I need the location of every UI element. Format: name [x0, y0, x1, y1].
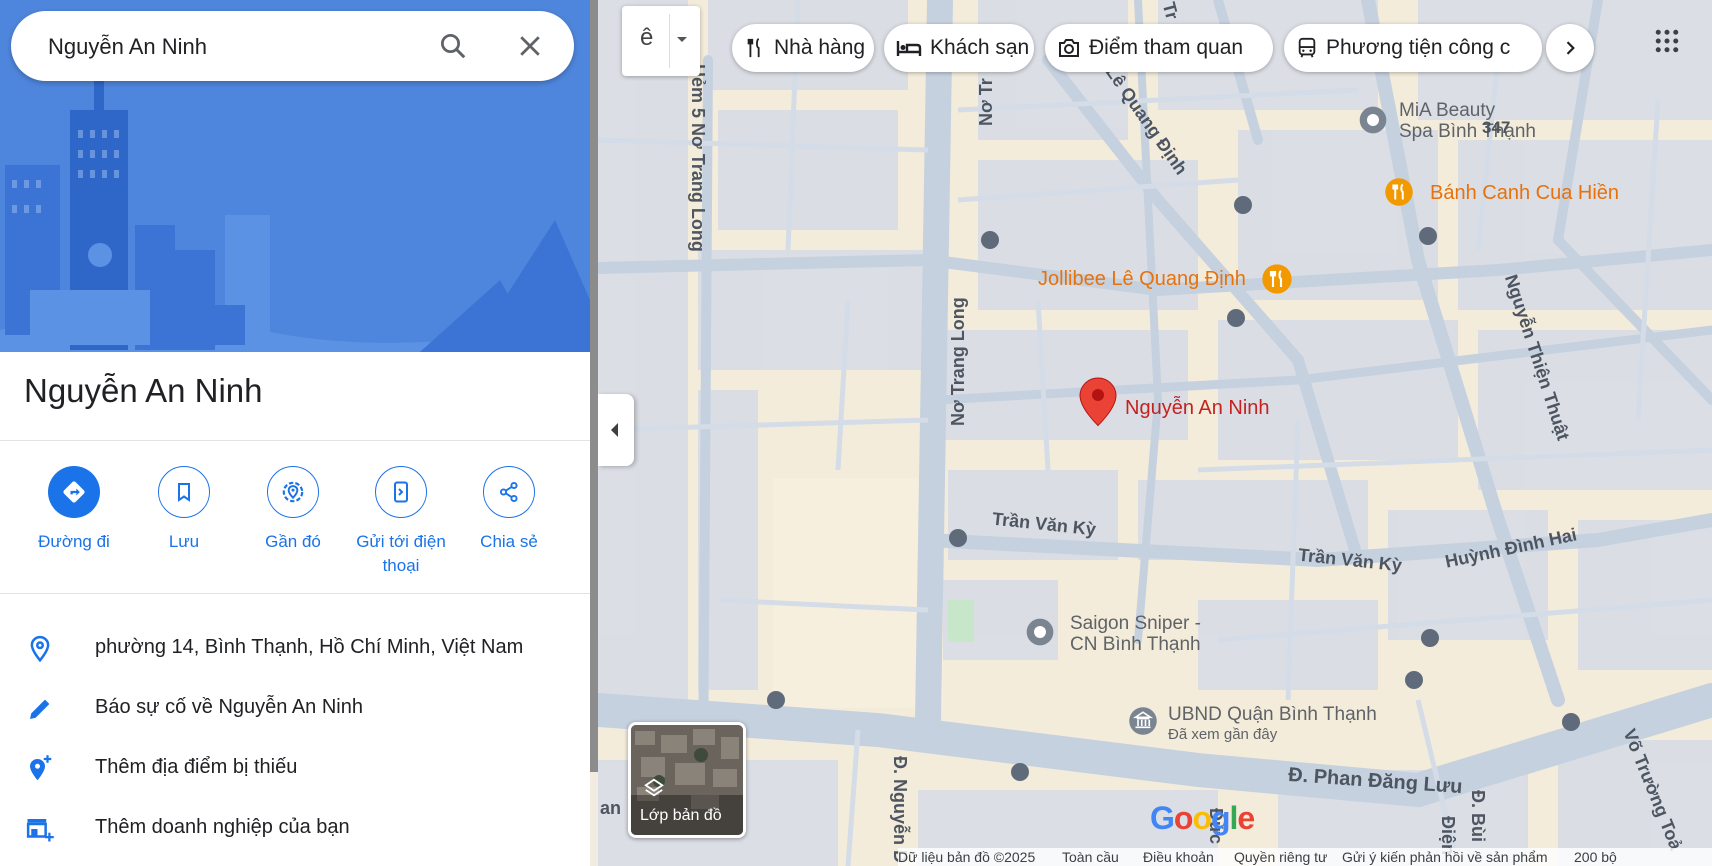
poi-saigon-sniper[interactable]: Saigon Sniper - CN Bình Thạnh [1070, 613, 1201, 655]
privacy-link[interactable]: Quyền riêng tư [1234, 849, 1327, 865]
chip-attractions[interactable]: Điểm tham quan [1045, 24, 1273, 72]
google-logo: Google [1150, 800, 1255, 836]
chip-transit[interactable]: Phương tiện công c [1284, 24, 1542, 72]
place-title: Nguyễn An Ninh [24, 372, 263, 409]
input-language-button[interactable]: ê [622, 6, 700, 76]
scale-label[interactable]: 200 bộ [1574, 849, 1617, 865]
hotel-icon [896, 41, 922, 56]
nearby-label: Gần đó [265, 532, 321, 551]
add-place-icon [30, 755, 52, 781]
poi-jollibee[interactable]: Jollibee Lê Quang Định [1038, 268, 1246, 291]
restaurant-poi-icon[interactable] [1261, 263, 1293, 295]
chip-label: Phương tiện công c [1326, 36, 1511, 59]
report-issue-text: Báo sự cố về Nguyễn An Ninh [95, 696, 363, 718]
camera-icon [1059, 39, 1079, 57]
feedback-link[interactable]: Gửi ý kiến phản hồi về sản phẩm [1342, 849, 1548, 865]
road-label: Nơ Trang Long [948, 297, 968, 426]
bookmark-icon [178, 483, 190, 502]
chips-scroll-right-button[interactable] [1546, 24, 1594, 72]
map-footer: Dữ liệu bản đồ ©2025 Toàn cầu Điều khoản… [898, 848, 1712, 866]
road-label: Đ. Nguyễn D [890, 756, 910, 864]
add-business-text: Thêm doanh nghiệp của bạn [95, 816, 350, 838]
address-text: phường 14, Bình Thạnh, Hồ Chí Minh, Việt… [95, 636, 524, 658]
chip-label: Điểm tham quan [1089, 36, 1244, 59]
map-layers-button[interactable]: Lớp bản đồ [628, 722, 746, 838]
address-row[interactable]: phường 14, Bình Thạnh, Hồ Chí Minh, Việt… [0, 622, 590, 672]
share-icon [499, 481, 518, 503]
nearby-icon [282, 481, 304, 503]
save-label: Lưu [168, 532, 200, 551]
layers-icon [644, 778, 664, 797]
add-business-icon [26, 819, 54, 842]
shop-poi-icon[interactable] [1024, 616, 1056, 648]
search-box [11, 11, 574, 81]
chip-hotels[interactable]: Khách sạn [884, 24, 1034, 72]
map-data-copyright: Dữ liệu bản đồ ©2025 [898, 849, 1036, 865]
pencil-icon [30, 699, 50, 719]
apps-grid-icon[interactable] [1652, 26, 1682, 56]
send-to-phone-icon [394, 481, 408, 503]
nearby-button[interactable]: Gần đó [238, 466, 348, 554]
chip-label: Khách sạn [930, 36, 1030, 59]
selected-place-label[interactable]: Nguyễn An Ninh [1125, 397, 1270, 420]
global-link[interactable]: Toàn cầu [1062, 849, 1119, 865]
panel-scrollbar[interactable] [590, 0, 598, 772]
restaurant-icon [747, 38, 760, 58]
poi-ubnd-subtitle: Đã xem gần đây [1168, 726, 1278, 743]
add-missing-place-text: Thêm địa điểm bị thiếu [95, 756, 298, 778]
collapse-panel-button[interactable] [598, 394, 634, 466]
share-button[interactable]: Chia sẻ [454, 466, 564, 554]
add-business-row[interactable]: Thêm doanh nghiệp của bạn [0, 802, 590, 852]
government-poi-icon[interactable] [1128, 706, 1158, 736]
road-label: Đ. Bùi [1468, 790, 1488, 842]
restaurant-poi-icon[interactable] [1384, 177, 1414, 207]
road-label: Nơ Tr [976, 78, 996, 126]
send-to-phone-button[interactable]: Gửi tới điện thoại [346, 466, 456, 578]
poi-ubnd[interactable]: UBND Quận Bình Thạnh [1168, 704, 1377, 725]
divider [0, 593, 590, 594]
language-label: ê [640, 24, 654, 51]
poi-mia-beauty[interactable]: MiA Beauty Spa Bình Thạnh [1399, 100, 1536, 142]
chevron-right-icon [1566, 41, 1575, 55]
map-canvas[interactable]: MiA Beauty Spa Bình Thạnh Bánh Canh Cua … [598, 0, 1712, 866]
location-pin-icon [30, 635, 50, 663]
close-icon[interactable] [515, 31, 545, 61]
share-label: Chia sẻ [480, 532, 538, 551]
directions-button[interactable]: Đường đi [19, 466, 129, 554]
chip-label: Nhà hàng [774, 36, 866, 59]
report-issue-row[interactable]: Báo sự cố về Nguyễn An Ninh [0, 682, 590, 732]
directions-icon [63, 481, 85, 503]
road-label: an [600, 798, 622, 818]
save-button[interactable]: Lưu [129, 466, 239, 554]
chevron-left-icon [611, 423, 618, 437]
directions-label: Đường đi [38, 532, 110, 551]
place-panel: Nguyễn An Ninh Đường đi Lưu Gần đó Gửi t… [0, 0, 590, 866]
chip-restaurants[interactable]: Nhà hàng [732, 24, 874, 72]
poi-banh-canh[interactable]: Bánh Canh Cua Hiền [1430, 182, 1619, 205]
caret-down-icon [677, 37, 687, 42]
search-icon[interactable] [438, 31, 468, 61]
road-label: Hẻm 5 Nơ Trang Long [688, 64, 708, 252]
add-missing-place-row[interactable]: Thêm địa điểm bị thiếu [0, 742, 590, 792]
layers-label: Lớp bản đồ [640, 807, 722, 824]
send-to-phone-label: Gửi tới điện thoại [356, 532, 446, 575]
divider [0, 440, 590, 441]
road-number-label: 347 [1482, 118, 1511, 137]
transit-icon [1298, 37, 1316, 58]
search-input[interactable] [46, 29, 430, 65]
terms-link[interactable]: Điều khoản [1143, 849, 1214, 865]
spa-poi-icon[interactable] [1357, 104, 1389, 136]
